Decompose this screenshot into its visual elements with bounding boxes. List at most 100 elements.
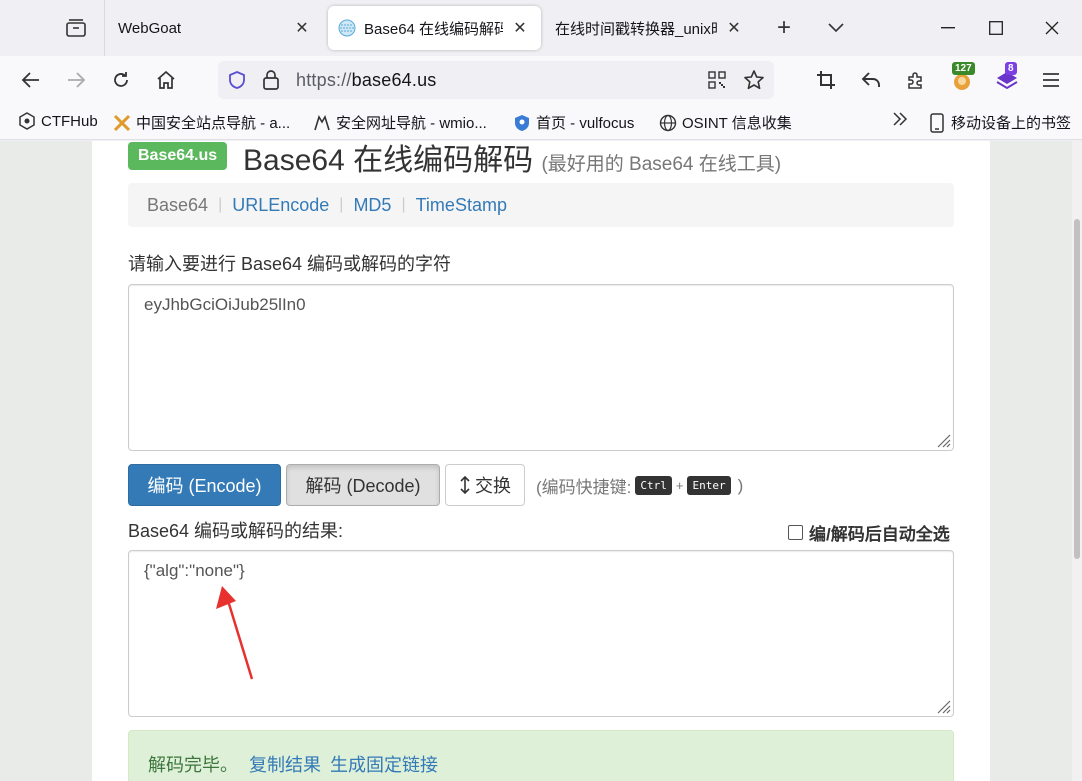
shield-icon (513, 114, 531, 132)
tool-nav: Base64 | URLEncode | MD5 | TimeStamp (128, 183, 954, 227)
qr-code-icon[interactable] (708, 71, 726, 89)
success-alert: 解码完毕。 复制结果 生成固定链接 (128, 730, 954, 781)
new-tab-button[interactable]: + (770, 14, 798, 42)
tab-strip: WebGoat ✕ Base64 在线编码解码 ✕ 在线时间戳转换器_unix时… (0, 0, 1082, 56)
kbd-enter: Enter (687, 476, 731, 495)
bookmarks-toolbar: CTFHub 中国安全站点导航 - a... 安全网址导航 - wmio... … (0, 104, 1082, 140)
mobile-bookmarks-folder[interactable]: 移动设备上的书签 (928, 112, 1071, 133)
undo-button[interactable] (855, 64, 887, 96)
tab-list-icon (66, 19, 86, 37)
tab-list-button[interactable] (52, 8, 100, 48)
bookmark-wmio[interactable]: 安全网址导航 - wmio... (313, 112, 487, 133)
reload-icon (114, 72, 128, 87)
decode-button[interactable]: 解码 (Decode) (286, 464, 440, 506)
double-chevron-right-icon (893, 112, 908, 126)
page-title: Base64 在线编码解码 (最好用的 Base64 在线工具) (243, 141, 781, 179)
more-bookmarks-button[interactable] (892, 112, 908, 126)
tab-base64[interactable]: Base64 在线编码解码 ✕ (328, 6, 541, 50)
close-icon[interactable]: ✕ (509, 17, 531, 39)
mobile-device-icon (928, 112, 946, 133)
bookmark-label: 首页 - vulfocus (536, 115, 635, 132)
close-window-button[interactable] (1032, 10, 1072, 46)
tab-timestamp[interactable]: 在线时间戳转换器_unix时 ✕ (545, 6, 755, 50)
plus-icon: + (776, 14, 791, 41)
back-button[interactable] (15, 64, 47, 96)
bookmark-osint[interactable]: OSINT 信息收集 (659, 112, 792, 133)
encode-button[interactable]: 编码 (Encode) (128, 464, 281, 506)
scrollbar-thumb[interactable] (1074, 219, 1080, 559)
shortcut-hint: (编码快捷键: Ctrl + Enter ) (536, 473, 743, 498)
globe-icon (659, 114, 677, 132)
input-value: eyJhbGciOiJub25lIn0 (144, 295, 306, 314)
site-logo[interactable]: Base64.us (128, 142, 228, 170)
close-icon (1045, 21, 1059, 35)
bookmark-ctfhub[interactable]: CTFHub (18, 112, 98, 130)
lock-icon[interactable] (262, 69, 280, 91)
tab-webgoat[interactable]: WebGoat ✕ (108, 6, 323, 50)
kbd-ctrl: Ctrl (635, 476, 672, 495)
base64-input-textarea[interactable]: eyJhbGciOiJub25lIn0 (128, 284, 954, 451)
reload-button[interactable] (105, 64, 137, 96)
auto-select-label: 编/解码后自动全选 (809, 525, 950, 544)
wolf-icon (313, 114, 331, 132)
puzzle-icon (908, 72, 922, 89)
auto-select-toggle[interactable]: 编/解码后自动全选 (788, 520, 950, 545)
shortcut-prefix: (编码快捷键: (536, 478, 632, 497)
bookmark-security-nav[interactable]: 中国安全站点导航 - a... (113, 112, 290, 133)
alert-text: 解码完毕。 (148, 755, 238, 775)
shield-icon[interactable] (227, 70, 247, 90)
chevron-down-icon (828, 23, 844, 33)
input-label: 请输入要进行 Base64 编码或解码的字符 (128, 254, 452, 274)
home-icon (157, 70, 175, 89)
resize-grip-icon[interactable] (935, 698, 951, 714)
minimize-button[interactable] (928, 10, 968, 46)
result-textarea[interactable]: {"alg":"none"} (128, 550, 954, 717)
ctfhub-icon (18, 112, 36, 130)
bookmark-vulfocus[interactable]: 首页 - vulfocus (513, 112, 634, 133)
swap-button[interactable]: 交换 (445, 464, 525, 506)
hamburger-menu-icon (1043, 73, 1059, 87)
home-button[interactable] (150, 64, 182, 96)
page-scrollbar[interactable] (1072, 141, 1082, 781)
nav-divider: | (401, 196, 406, 213)
close-icon[interactable]: ✕ (723, 17, 745, 39)
shortcut-plus: + (675, 478, 684, 493)
url-bar[interactable]: https://base64.us (218, 61, 774, 99)
swap-label: 交换 (475, 476, 511, 496)
nav-timestamp[interactable]: TimeStamp (416, 195, 507, 216)
extension-counter-button[interactable]: 127 (946, 62, 978, 96)
bookmark-label: 移动设备上的书签 (951, 115, 1072, 132)
menu-button[interactable] (1035, 64, 1067, 96)
page-title-text: Base64 在线编码解码 (243, 144, 534, 177)
crop-icon (817, 71, 835, 89)
crossed-swords-icon (113, 114, 131, 132)
extension-stack-button[interactable]: 8 (991, 62, 1023, 96)
list-all-tabs-button[interactable] (822, 14, 850, 42)
extensions-button[interactable] (900, 64, 932, 96)
maximize-button[interactable] (976, 10, 1016, 46)
page-container: Base64.us Base64 在线编码解码 (最好用的 Base64 在线工… (92, 141, 990, 781)
maximize-icon (989, 21, 1003, 35)
resize-grip-icon[interactable] (935, 432, 951, 448)
tab-title: 在线时间戳转换器_unix时 (555, 20, 717, 38)
minimize-icon (941, 27, 955, 29)
copy-result-link[interactable]: 复制结果 (249, 755, 321, 775)
url-text[interactable]: https://base64.us (296, 70, 437, 91)
url-scheme: https:// (296, 70, 352, 90)
tab-separator (104, 0, 105, 56)
result-label: Base64 编码或解码的结果: (128, 521, 344, 541)
url-host: base64.us (351, 70, 437, 90)
screenshot-crop-button[interactable] (810, 64, 842, 96)
nav-urlencode[interactable]: URLEncode (232, 195, 329, 216)
nav-base64[interactable]: Base64 (147, 195, 208, 216)
bookmark-label: 中国安全站点导航 - a... (136, 115, 291, 132)
auto-select-checkbox[interactable] (788, 525, 803, 540)
bookmark-label: OSINT 信息收集 (682, 115, 792, 132)
base64-favicon-icon (338, 19, 356, 37)
close-icon[interactable]: ✕ (291, 17, 313, 39)
forward-button[interactable] (60, 64, 92, 96)
permalink-link[interactable]: 生成固定链接 (330, 755, 438, 775)
bookmark-star-icon[interactable] (743, 69, 765, 91)
nav-md5[interactable]: MD5 (353, 195, 391, 216)
back-arrow-icon (21, 72, 39, 88)
